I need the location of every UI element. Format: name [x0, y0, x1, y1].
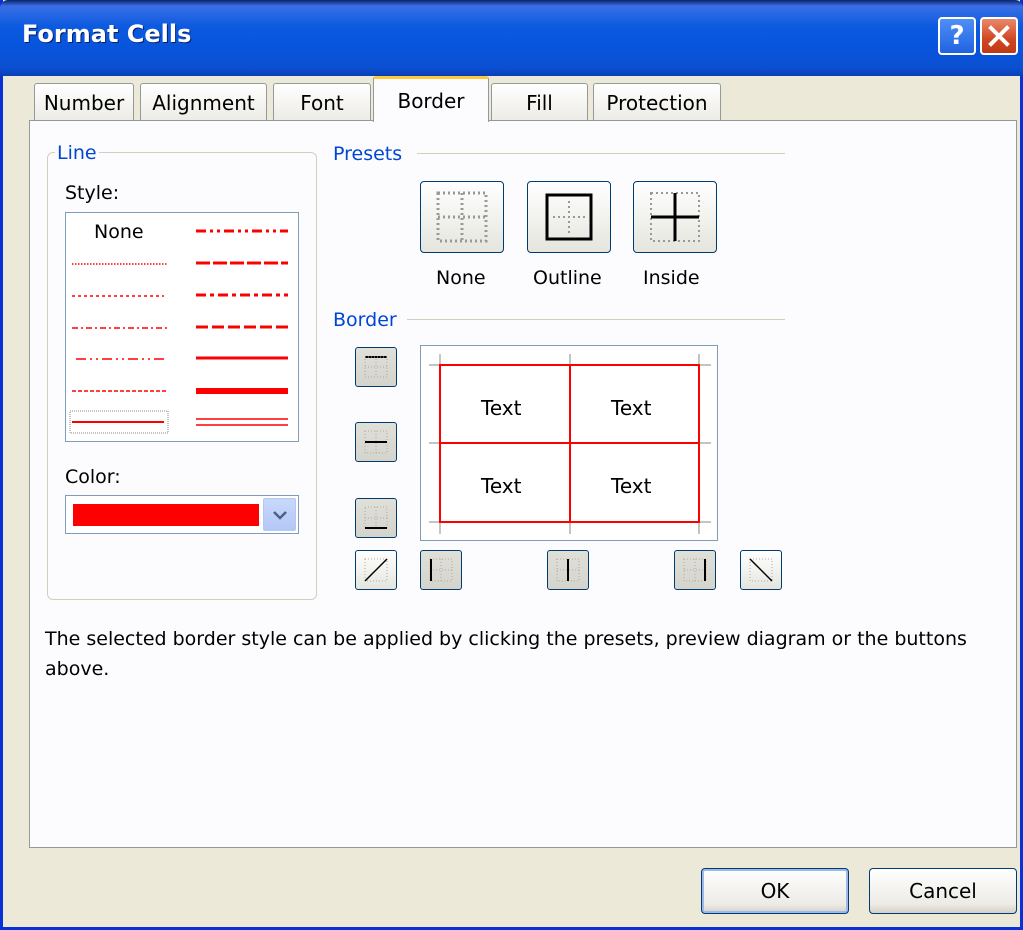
close-button[interactable] — [980, 17, 1018, 55]
tab-alignment[interactable]: Alignment — [140, 83, 267, 121]
border-middle-vertical-button[interactable] — [547, 550, 589, 590]
preset-outline-icon — [545, 193, 593, 241]
cancel-button[interactable]: Cancel — [869, 868, 1017, 914]
preview-cell-text: Text — [611, 474, 652, 498]
line-group-label: Line — [55, 142, 99, 164]
title-bar[interactable]: Format Cells ? — [0, 0, 1023, 76]
border-left-button[interactable] — [420, 550, 462, 590]
tab-border[interactable]: Border — [373, 76, 489, 122]
color-label: Color: — [65, 466, 121, 488]
preset-none-button[interactable] — [420, 181, 504, 253]
presets-separator — [417, 153, 785, 154]
tab-label: Fill — [526, 90, 553, 115]
ok-label: OK — [760, 879, 790, 903]
tab-font[interactable]: Font — [273, 83, 371, 121]
preset-inside-icon — [650, 192, 700, 242]
border-label: Border — [331, 309, 399, 331]
cancel-label: Cancel — [909, 879, 977, 903]
preset-outline-button[interactable] — [527, 181, 611, 253]
border-preview[interactable]: Text Text Text Text — [420, 345, 718, 541]
style-label: Style: — [65, 182, 120, 204]
tab-number[interactable]: Number — [34, 83, 134, 121]
tab-label: Alignment — [152, 90, 255, 115]
presets-label: Presets — [331, 143, 405, 165]
color-swatch — [73, 504, 259, 526]
diagonal-up-icon — [364, 558, 388, 582]
tab-label: Border — [397, 88, 465, 113]
border-top-button[interactable] — [355, 347, 397, 387]
border-vertical-icon — [556, 558, 580, 582]
chevron-down-icon[interactable] — [263, 498, 296, 531]
border-middle-horizontal-button[interactable] — [355, 422, 397, 462]
border-diagonal-up-button[interactable] — [355, 550, 397, 590]
style-options[interactable] — [66, 213, 298, 441]
preset-none-icon — [436, 191, 488, 243]
preset-outline-label: Outline — [533, 267, 602, 289]
border-separator — [407, 319, 785, 320]
format-cells-dialog: Format Cells ? Number Alignment Font Bor… — [0, 0, 1023, 930]
border-bottom-icon — [364, 506, 388, 529]
tab-protection[interactable]: Protection — [593, 83, 721, 121]
preview-grid[interactable] — [421, 346, 717, 540]
description-text: The selected border style can be applied… — [45, 628, 967, 680]
tab-label: Protection — [606, 90, 708, 115]
preset-inside-label: Inside — [643, 267, 700, 289]
close-icon — [988, 25, 1010, 47]
border-left-icon — [429, 558, 453, 582]
help-button[interactable]: ? — [938, 17, 976, 55]
preview-cell-text: Text — [611, 396, 652, 420]
help-icon: ? — [949, 21, 965, 51]
preview-cell-text: Text — [481, 474, 522, 498]
preview-cell-text: Text — [481, 396, 522, 420]
border-diagonal-down-button[interactable] — [740, 550, 782, 590]
border-horizontal-icon — [364, 430, 388, 454]
style-list[interactable]: None — [65, 212, 299, 442]
ok-button[interactable]: OK — [701, 868, 849, 914]
tab-label: Number — [43, 90, 125, 115]
tab-fill[interactable]: Fill — [491, 83, 588, 121]
tab-label: Font — [300, 90, 344, 115]
border-bottom-button[interactable] — [355, 498, 397, 538]
color-dropdown[interactable] — [65, 495, 299, 534]
preset-inside-button[interactable] — [633, 181, 717, 253]
preset-none-label: None — [436, 267, 486, 289]
border-top-icon — [364, 356, 388, 378]
window-title: Format Cells — [22, 20, 192, 48]
border-right-icon — [683, 558, 707, 582]
border-right-button[interactable] — [674, 550, 716, 590]
diagonal-down-icon — [749, 558, 773, 582]
